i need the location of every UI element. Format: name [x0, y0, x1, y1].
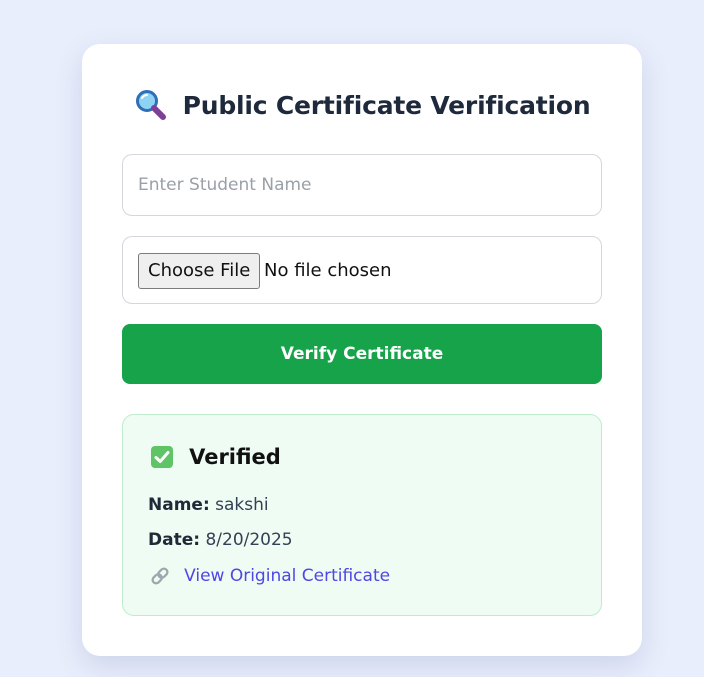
student-name-input[interactable]: [122, 154, 602, 216]
view-original-certificate-link[interactable]: View Original Certificate: [184, 566, 390, 586]
verification-card: Public Certificate Verification Choose F…: [82, 44, 642, 656]
student-name-detail: Name: sakshi: [148, 495, 269, 515]
original-certificate-link-row[interactable]: View Original Certificate: [149, 565, 390, 587]
name-label: Name:: [148, 495, 210, 515]
link-icon: [149, 565, 171, 587]
choose-file-button[interactable]: Choose File: [138, 253, 261, 289]
certificate-date-detail: Date: 8/20/2025: [148, 530, 293, 550]
date-value: 8/20/2025: [205, 530, 293, 550]
certificate-file-input[interactable]: Choose File No file chosen: [122, 236, 602, 304]
page-title-row: Public Certificate Verification: [82, 88, 642, 122]
check-mark-icon: [150, 445, 174, 469]
name-value: sakshi: [215, 495, 269, 515]
date-label: Date:: [148, 530, 201, 550]
verification-result-panel: Verified Name: sakshi Date: 8/20/2025 Vi…: [122, 414, 602, 616]
magnifying-glass-icon: [134, 88, 168, 122]
status-text: Verified: [189, 445, 281, 469]
file-status-text: No file chosen: [264, 260, 392, 281]
verification-status: Verified: [150, 445, 281, 469]
page-title: Public Certificate Verification: [182, 90, 591, 120]
verify-certificate-button[interactable]: Verify Certificate: [122, 324, 602, 384]
